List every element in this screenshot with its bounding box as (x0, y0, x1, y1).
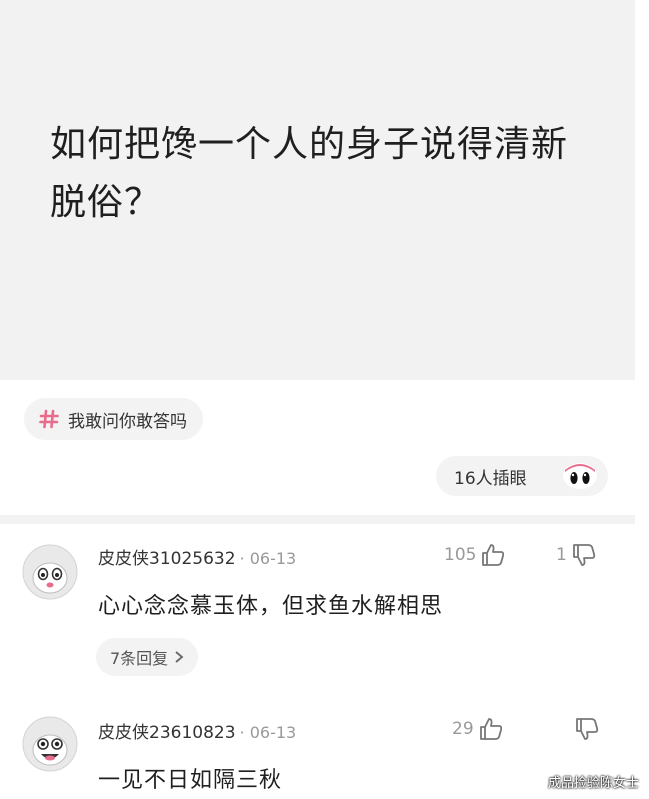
peek-label: 16人插眼 (454, 468, 527, 489)
comment-item: 皮皮侠23610823 · 06-13 29 一见不日如隔三秋 (0, 700, 635, 799)
avatar[interactable] (22, 716, 78, 772)
thumbs-down-icon (572, 544, 595, 566)
comment-item: 皮皮侠31025632 · 06-13 105 1 心心念念慕玉体，但求鱼水解相思… (0, 530, 635, 700)
reply-count-label: 7条回复 (110, 649, 169, 668)
peek-button[interactable]: 16人插眼 (436, 456, 608, 496)
topic-label: 我敢问你敢答吗 (68, 411, 187, 432)
right-edge (635, 0, 649, 799)
thumbs-up-icon (482, 544, 505, 566)
comment-text: 心心念念慕玉体，但求鱼水解相思 (98, 594, 444, 619)
avatar[interactable] (22, 544, 78, 600)
dislike-button[interactable]: 1 (556, 542, 597, 568)
like-button[interactable]: 105 (444, 542, 506, 568)
comment-text: 一见不日如隔三秋 (98, 768, 283, 793)
comment-username[interactable]: 皮皮侠31025632 · 06-13 (98, 544, 296, 569)
thumbs-up-icon (479, 718, 502, 740)
thumbs-down-icon (576, 718, 599, 740)
question-card: 如何把馋一个人的身子说得清新脱俗？ (0, 0, 635, 380)
eyes-icon (563, 463, 597, 489)
hashtag-icon (39, 409, 59, 429)
section-divider (0, 515, 635, 524)
view-replies-button[interactable]: 7条回复 (96, 638, 199, 676)
comment-date: · 06-13 (239, 723, 297, 742)
watermark: 成品捡验陈女士 (547, 776, 639, 791)
like-count: 29 (452, 719, 474, 739)
topic-tag[interactable]: 我敢问你敢答吗 (24, 398, 203, 440)
like-count: 105 (444, 545, 477, 565)
comment-username[interactable]: 皮皮侠23610823 · 06-13 (98, 718, 296, 743)
dislike-button[interactable] (574, 716, 600, 742)
comment-date: · 06-13 (239, 549, 297, 568)
dislike-count: 1 (556, 545, 567, 565)
question-title: 如何把馋一个人的身子说得清新脱俗？ (50, 124, 569, 223)
like-button[interactable]: 29 (452, 716, 504, 742)
chevron-right-icon (175, 651, 184, 663)
